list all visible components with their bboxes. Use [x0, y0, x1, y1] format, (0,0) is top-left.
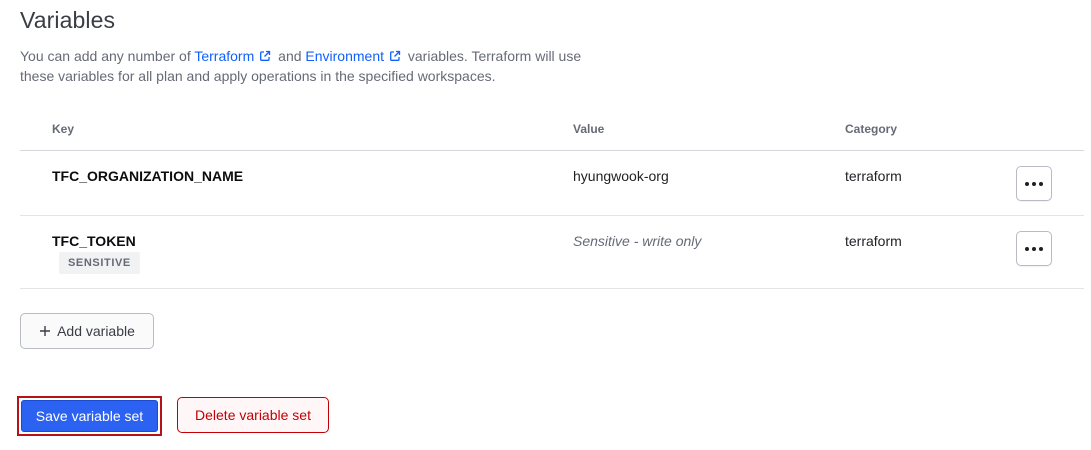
- ellipsis-icon: [1025, 181, 1043, 186]
- variable-category: terraform: [845, 233, 902, 249]
- section-description: You can add any number of Terraform and …: [20, 46, 600, 86]
- save-variable-set-button[interactable]: Save variable set: [21, 400, 158, 432]
- page-title: Variables: [20, 7, 116, 33]
- add-variable-button[interactable]: Add variable: [20, 313, 154, 349]
- variable-value: hyungwook-org: [573, 168, 669, 184]
- column-header-value: Value: [573, 122, 605, 136]
- save-button-highlight: Save variable set: [17, 396, 162, 436]
- variable-category: terraform: [845, 168, 902, 184]
- variable-key: TFC_ORGANIZATION_NAME: [52, 168, 244, 184]
- table-row: TFC_ORGANIZATION_NAME hyungwook-org terr…: [20, 151, 1084, 216]
- external-link-icon[interactable]: [389, 50, 401, 62]
- variable-value: Sensitive - write only: [573, 233, 702, 249]
- table-header: Key Value Category: [20, 108, 1084, 151]
- sensitive-badge: SENSITIVE: [59, 252, 140, 274]
- variable-key: TFC_TOKEN: [52, 233, 136, 249]
- terraform-link[interactable]: Terraform: [194, 48, 254, 64]
- delete-variable-set-button[interactable]: Delete variable set: [177, 397, 329, 433]
- description-text-2: and: [274, 48, 306, 64]
- external-link-icon[interactable]: [259, 50, 271, 62]
- plus-icon: [40, 326, 51, 336]
- add-variable-label: Add variable: [57, 323, 135, 339]
- table-row: TFC_TOKEN SENSITIVE Sensitive - write on…: [20, 216, 1084, 289]
- row-actions-button[interactable]: [1016, 231, 1052, 266]
- ellipsis-icon: [1025, 246, 1043, 251]
- column-header-category: Category: [845, 122, 898, 136]
- column-header-key: Key: [52, 122, 75, 136]
- variables-table: Key Value Category TFC_ORGANIZATION_NAME…: [20, 108, 1084, 289]
- row-actions-button[interactable]: [1016, 166, 1052, 201]
- environment-link[interactable]: Environment: [305, 48, 384, 64]
- description-text-1: You can add any number of: [20, 48, 195, 64]
